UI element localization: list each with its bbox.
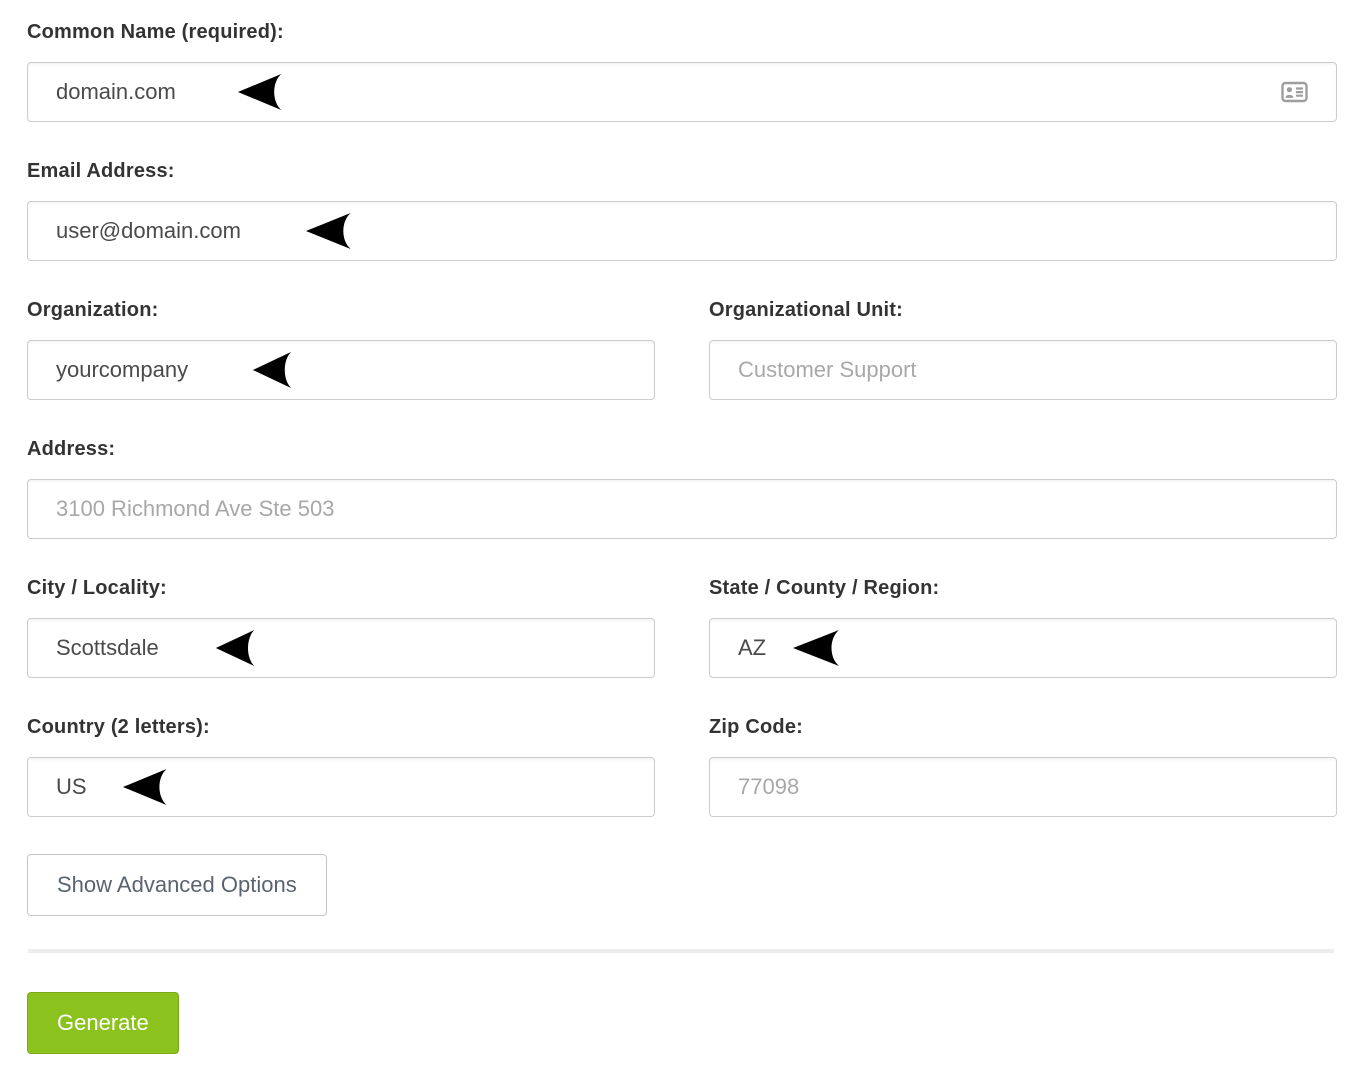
common-name-input[interactable] [27, 62, 1337, 122]
country-input[interactable] [27, 757, 655, 817]
field-organization: Organization: [27, 298, 655, 400]
row-city-state: City / Locality: State / County / Region… [27, 576, 1337, 715]
field-city: City / Locality: [27, 576, 655, 678]
organization-input[interactable] [27, 340, 655, 400]
country-label: Country (2 letters): [27, 715, 655, 739]
field-state: State / County / Region: [709, 576, 1337, 678]
email-input[interactable] [27, 201, 1337, 261]
row-country-zip: Country (2 letters): Zip Code: [27, 715, 1337, 854]
address-input-wrap [27, 479, 1337, 539]
country-input-wrap [27, 757, 655, 817]
field-zip: Zip Code: [709, 715, 1337, 817]
zip-input-wrap [709, 757, 1337, 817]
row-organization: Organization: Organizational Unit: [27, 298, 1337, 437]
field-address: Address: [27, 437, 1337, 539]
generate-button[interactable]: Generate [27, 992, 179, 1054]
organization-label: Organization: [27, 298, 655, 322]
state-input-wrap [709, 618, 1337, 678]
organizational-unit-input-wrap [709, 340, 1337, 400]
zip-input[interactable] [709, 757, 1337, 817]
field-organizational-unit: Organizational Unit: [709, 298, 1337, 400]
organization-input-wrap [27, 340, 655, 400]
section-divider [28, 949, 1334, 953]
address-input[interactable] [27, 479, 1337, 539]
city-input[interactable] [27, 618, 655, 678]
city-input-wrap [27, 618, 655, 678]
zip-label: Zip Code: [709, 715, 1337, 739]
address-label: Address: [27, 437, 1337, 461]
email-label: Email Address: [27, 159, 1337, 183]
common-name-label: Common Name (required): [27, 20, 1337, 44]
field-common-name: Common Name (required): [27, 20, 1337, 122]
csr-generator-form: Common Name (required): Email Address: O… [27, 0, 1337, 1054]
field-email: Email Address: [27, 159, 1337, 261]
common-name-input-wrap [27, 62, 1337, 122]
city-label: City / Locality: [27, 576, 655, 600]
field-country: Country (2 letters): [27, 715, 655, 817]
organizational-unit-label: Organizational Unit: [709, 298, 1337, 322]
contact-card-icon[interactable] [1281, 82, 1308, 103]
state-input[interactable] [709, 618, 1337, 678]
state-label: State / County / Region: [709, 576, 1337, 600]
organizational-unit-input[interactable] [709, 340, 1337, 400]
email-input-wrap [27, 201, 1337, 261]
show-advanced-options-button[interactable]: Show Advanced Options [27, 854, 327, 916]
